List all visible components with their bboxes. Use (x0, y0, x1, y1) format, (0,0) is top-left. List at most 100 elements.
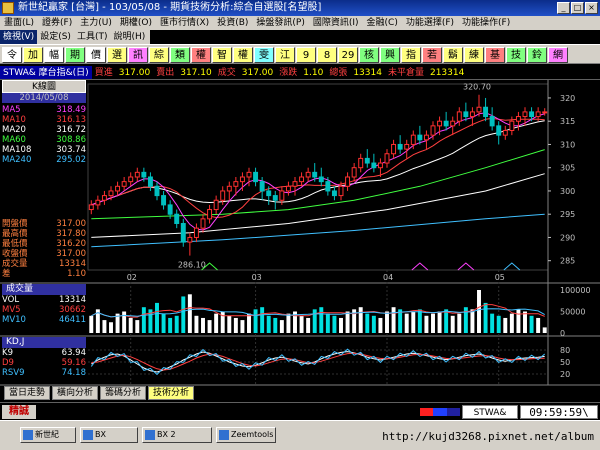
taskbar-item[interactable]: 新世紀 (20, 427, 76, 443)
legend-name: 差 (2, 269, 11, 279)
chart-canvas[interactable]: 320 315 310 305 300 295 290 285 02 03 04 05 320.70 28… (0, 80, 600, 386)
volume-bar (496, 315, 501, 333)
menu-item[interactable]: 金融(C) (363, 16, 402, 30)
maximize-button[interactable]: □ (571, 2, 584, 14)
toolbar-button[interactable]: 練 (464, 47, 484, 63)
menu-item[interactable]: 操盤發訊(P) (252, 16, 308, 30)
volume-bar (404, 313, 409, 333)
toolbar-button[interactable]: 幅 (44, 47, 64, 63)
tab-intraday[interactable]: 當日走勢 (4, 386, 51, 400)
toolbar-button[interactable]: 29 (338, 47, 358, 63)
volume-bar (509, 313, 514, 333)
volume-legend: 成交量 VOL 13314 MV5 30662 MV10 46411 (2, 284, 86, 325)
menu-item[interactable]: 國際資訊(I) (309, 16, 363, 30)
legend-value: 46411 (58, 315, 86, 325)
menu-item[interactable]: 畫面(L) (0, 16, 38, 30)
menu-item[interactable]: 工具(T) (74, 30, 111, 44)
legend-value: 317.00 (56, 249, 86, 259)
toolbar-button[interactable]: 權 (191, 47, 211, 63)
candle-body (463, 111, 469, 118)
volume-bar (102, 320, 107, 333)
tab-horizontal[interactable]: 橫向分析 (52, 386, 99, 400)
menu-item[interactable]: 功能選擇(F) (402, 16, 458, 30)
candle-body (279, 190, 285, 201)
minimize-button[interactable]: _ (557, 2, 570, 14)
toolbar-button[interactable]: 9 (296, 47, 316, 63)
menu-item[interactable]: 設定(S) (37, 30, 74, 44)
volume-bar (444, 309, 449, 333)
toolbar-button[interactable]: 加 (23, 47, 43, 63)
volume-bar (391, 307, 396, 333)
menu-bar-secondary: 檢視(V) 設定(S) 工具(T) 說明(H) (0, 30, 150, 44)
volume-bar (207, 320, 212, 333)
active-symbol-box[interactable]: STWA& (462, 405, 518, 419)
candle-body (200, 218, 206, 229)
y-tick-label: 300 (560, 187, 575, 196)
candle-body (364, 157, 370, 164)
toolbar-button[interactable]: 基 (485, 47, 505, 63)
toolbar-button[interactable]: 綜 (149, 47, 169, 63)
candle-body (410, 134, 416, 145)
tab-technical[interactable]: 技術分析 (148, 386, 195, 400)
volume-bar (339, 317, 343, 333)
menu-item[interactable]: 檢視(V) (0, 30, 38, 44)
toolbar-button[interactable]: 若 (422, 47, 442, 63)
legend-row: MA5 318.49 (2, 105, 86, 115)
k-chart-label[interactable]: K線圖 (2, 80, 86, 93)
toolbar-button[interactable]: 權 (233, 47, 253, 63)
menu-item[interactable]: 主力(U) (76, 16, 116, 30)
toolbar-button[interactable]: 價 (86, 47, 106, 63)
mode-button[interactable]: 精誠 (2, 405, 36, 419)
toolbar-button[interactable]: 智 (212, 47, 232, 63)
legend-value: 317.80 (56, 229, 86, 239)
candle-body (502, 130, 508, 136)
toolbar-button[interactable]: 鬍 (443, 47, 463, 63)
toolbar-button[interactable]: 訊 (128, 47, 148, 63)
menu-item[interactable]: 期權(O) (116, 16, 156, 30)
candle-body (496, 125, 502, 136)
menu-item[interactable]: 說明(H) (110, 30, 148, 44)
toolbar-button[interactable]: 令 (2, 47, 22, 63)
toolbar-button[interactable]: 雯 (254, 47, 274, 63)
legend-name: MA5 (2, 105, 21, 115)
chart-area[interactable]: 320 315 310 305 300 295 290 285 02 03 04 05 320.70 28… (0, 80, 600, 386)
toolbar-button[interactable]: 鈴 (527, 47, 547, 63)
menu-item[interactable]: 功能操作(F) (458, 16, 514, 30)
toolbar-button[interactable]: 指 (401, 47, 421, 63)
candle-body (101, 195, 107, 201)
watermark-url: http://kujd3268.pixnet.net/album (382, 430, 594, 443)
quote-label: 漲跌 (279, 68, 298, 78)
volume-bar (529, 315, 534, 333)
volume-bar (319, 307, 324, 333)
legend-value: 316.72 (56, 125, 86, 135)
toolbar-button[interactable]: 網 (548, 47, 568, 63)
taskbar-item[interactable]: Zeemtools (216, 427, 276, 443)
menu-item[interactable]: 匯市行情(X) (156, 16, 213, 30)
volume-bar (122, 311, 127, 333)
menu-item[interactable]: 證券(F) (38, 16, 76, 30)
candle-body (384, 153, 390, 164)
toolbar-button[interactable]: 技 (506, 47, 526, 63)
candle-body (226, 185, 232, 192)
tab-chips[interactable]: 籌碼分析 (100, 386, 147, 400)
menu-item[interactable]: 投資(B) (213, 16, 252, 30)
legend-value: 1.10 (67, 269, 86, 279)
symbol-label[interactable]: STWA& 摩台指&(日) (0, 66, 92, 79)
toolbar-button[interactable]: 興 (380, 47, 400, 63)
toolbar-button[interactable]: 期 (65, 47, 85, 63)
toolbar-button[interactable]: 江 (275, 47, 295, 63)
legend-name: MA60 (2, 135, 26, 145)
toolbar-button[interactable]: 核 (359, 47, 379, 63)
toolbar-button[interactable]: 8 (317, 47, 337, 63)
legend-row: MV10 46411 (2, 315, 86, 325)
toolbar-button[interactable]: 類 (170, 47, 190, 63)
taskbar-item[interactable]: BX 2 (142, 427, 212, 443)
kd-tick-label: 80 (560, 346, 570, 355)
volume-bar (477, 290, 481, 333)
volume-bar (260, 307, 265, 333)
toolbar-button[interactable]: 選 (107, 47, 127, 63)
title-bar: 新世紀贏家 [台灣] - 103/05/08 - 期貨技術分析:綜合自選股[名望… (0, 0, 600, 16)
volume-bar (240, 320, 245, 333)
close-button[interactable]: × (585, 2, 598, 14)
taskbar-item[interactable]: BX (80, 427, 138, 443)
